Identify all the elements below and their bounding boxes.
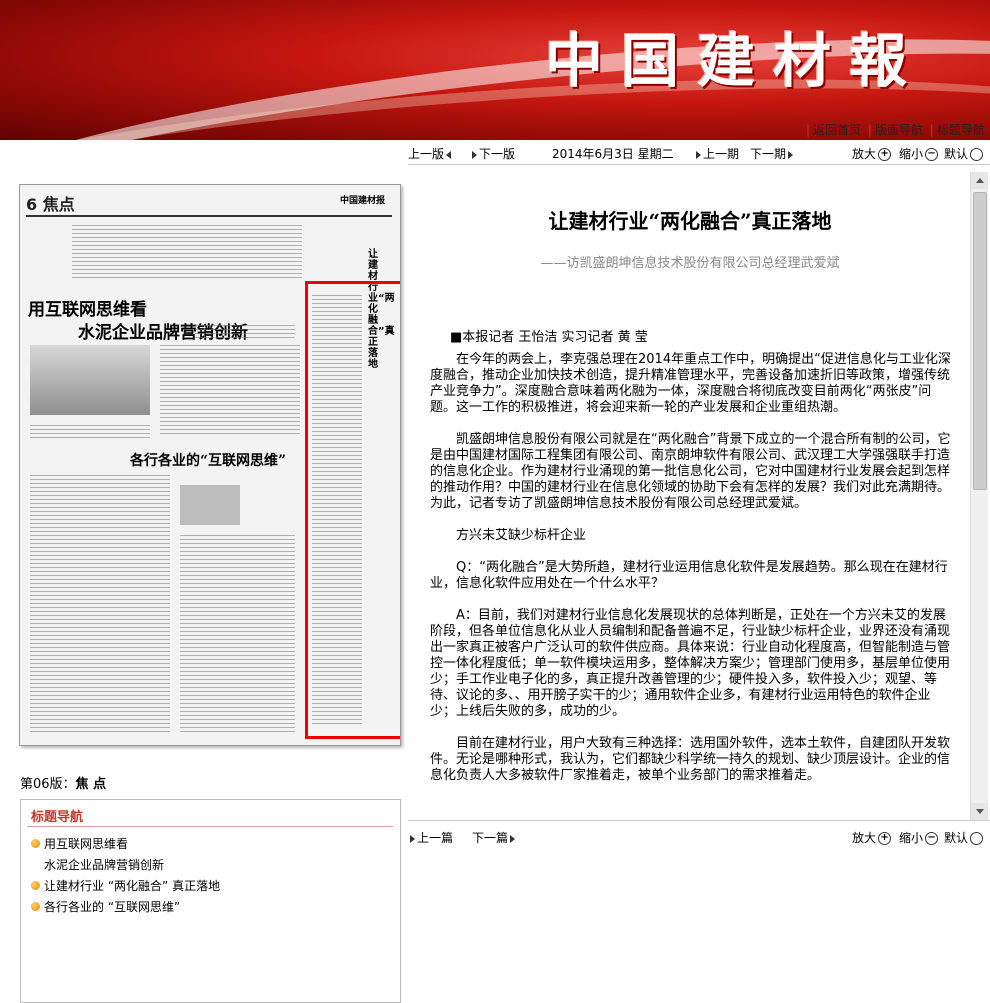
title-nav-heading: 标题导航: [31, 810, 84, 825]
home-link[interactable]: 返回首页: [813, 123, 861, 137]
title-nav-box: 标题导航 用互联网思维看 水泥企业品牌营销创新 让建材行业 “两化融合” 真正落…: [20, 799, 401, 1003]
article-body: 在今年的两会上，李克强总理在2014年重点工作中，明确提出“促进信息化与工业化深…: [430, 352, 952, 800]
newspaper-page-thumbnail[interactable]: 6 焦点 中国建材报 用互联网思维看 水泥企业品牌营销创新 各行各业的“互联网思…: [19, 184, 401, 746]
paper-photo: [30, 345, 150, 415]
article-paragraph: 目前在建材行业，用户大致有三种选择：选用国外软件，选本土软件，自建团队开发软件。…: [430, 736, 951, 783]
article-toolbar: 上一版 下一版 2014年6月3日 星期二 上一期 下一期 放大 + 缩小 − 默认: [408, 142, 990, 164]
bullet-icon: [31, 839, 40, 848]
bullet-icon: [31, 902, 40, 911]
next-arrow-icon: [696, 150, 701, 159]
title-nav-item-label: 让建材行业 “两化融合” 真正落地: [44, 879, 221, 893]
next-article-button[interactable]: 下一篇: [472, 829, 517, 846]
paper-text-block: [180, 535, 295, 735]
title-nav-item-label: 用互联网思维看: [44, 837, 129, 851]
next-issue-button[interactable]: 下一期: [750, 145, 795, 162]
selected-article-highlight[interactable]: [305, 281, 400, 739]
article-paragraph: 在今年的两会上，李克强总理在2014年重点工作中，明确提出“促进信息化与工业化深…: [430, 352, 951, 415]
paper-photo: [180, 485, 240, 525]
zoom-in-button[interactable]: 放大 +: [852, 145, 892, 162]
zoom-out-button[interactable]: 缩小 −: [899, 145, 939, 162]
page-nav-link[interactable]: 版面导航: [875, 123, 923, 137]
article-byline: ■本报记者 王怡洁 实习记者 黄 莹: [450, 330, 648, 345]
scroll-up-icon[interactable]: [971, 172, 988, 189]
article-paragraph: A：目前，我们对建材行业信息化发展现状的总体判断是，正处在一个方兴未艾的发展阶段…: [430, 608, 951, 719]
title-nav-item[interactable]: 让建材行业 “两化融合” 真正落地: [31, 876, 220, 897]
title-nav-item[interactable]: 用互联网思维看: [31, 834, 220, 855]
paper-masthead: 中国建材报: [340, 196, 386, 206]
plus-icon: +: [878, 148, 892, 161]
section-heading: 方兴未艾缺少标杆企业: [456, 528, 587, 543]
title-nav-item-sub[interactable]: 水泥企业品牌营销创新: [31, 855, 220, 876]
scroll-thumb[interactable]: [973, 192, 987, 490]
title-nav-item-label: 各行各业的 “互联网思维”: [44, 900, 181, 914]
next-arrow-icon: [510, 834, 516, 843]
paper-text-block: [195, 325, 295, 340]
minus-icon: −: [925, 832, 939, 845]
prev-issue-button[interactable]: 上一期: [694, 145, 739, 162]
radio-icon: [970, 832, 984, 845]
issue-date: 2014年6月3日 星期二: [552, 147, 674, 161]
article-content: 让建材行业“两化融合”真正落地 ——访凯盛朗坤信息技术股份有限公司总经理武爱斌 …: [410, 172, 970, 820]
article-scrollbar[interactable]: [970, 172, 988, 820]
next-arrow-icon: [472, 150, 477, 159]
site-logo: 中国建材報: [545, 27, 926, 95]
paper-headline[interactable]: 各行各业的“互联网思维”: [130, 450, 286, 470]
toolbar-divider: [408, 164, 990, 165]
title-nav-divider: [27, 826, 393, 827]
prev-article-button[interactable]: 上一篇: [408, 829, 453, 846]
top-nav: | 返回首页 | 版面导航 | 标题导航: [806, 123, 985, 137]
default-size-button[interactable]: 默认: [944, 145, 984, 162]
article-subtitle: ——访凯盛朗坤信息技术股份有限公司总经理武爱斌: [540, 256, 840, 271]
article-paragraph: 凯盛朗坤信息股份有限公司就是在“两化融合”背景下成立的一个混合所有制的公司，它是…: [430, 432, 951, 511]
paper-text-block: [72, 225, 302, 280]
paper-text-block: [30, 425, 150, 440]
paper-text-block: [30, 475, 170, 735]
title-nav-link[interactable]: 标题导航: [937, 123, 985, 137]
page-number-label: 6 焦点: [26, 195, 75, 214]
zoom-out-button[interactable]: 缩小 −: [899, 829, 939, 846]
default-size-button[interactable]: 默认: [944, 829, 984, 846]
plus-icon: +: [878, 832, 892, 845]
paper-headline[interactable]: 用互联网思维看: [28, 295, 147, 320]
article-title: 让建材行业“两化融合”真正落地: [548, 209, 832, 233]
version-number: 第06版：: [20, 777, 76, 792]
radio-icon: [970, 148, 984, 161]
site-header: 中国建材報 | 返回首页 | 版面导航 | 标题导航: [0, 0, 990, 140]
article-bottom-bar: 上一篇 下一篇 放大 + 缩小 − 默认: [408, 820, 990, 847]
next-arrow-icon: [788, 150, 794, 159]
prev-page-button[interactable]: 上一版: [408, 145, 453, 162]
paper-rule: [26, 215, 392, 217]
zoom-in-button[interactable]: 放大 +: [852, 829, 892, 846]
bullet-icon: [31, 881, 40, 890]
left-panel: 6 焦点 中国建材报 用互联网思维看 水泥企业品牌营销创新 各行各业的“互联网思…: [0, 140, 405, 1003]
version-name: 焦 点: [75, 777, 107, 792]
next-page-button[interactable]: 下一版: [470, 145, 515, 162]
next-arrow-icon: [410, 834, 415, 843]
paper-text-block: [160, 345, 300, 435]
scroll-down-icon[interactable]: [971, 803, 988, 820]
minus-icon: −: [925, 148, 939, 161]
title-nav-list: 用互联网思维看 水泥企业品牌营销创新 让建材行业 “两化融合” 真正落地 各行各…: [31, 834, 220, 918]
article-paragraph: Q：“两化融合”是大势所趋，建材行业运用信息化软件是发展趋势。那么现在在建材行业…: [430, 560, 948, 591]
prev-arrow-icon: [446, 150, 452, 159]
version-label: 第06版：焦 点: [20, 773, 106, 792]
